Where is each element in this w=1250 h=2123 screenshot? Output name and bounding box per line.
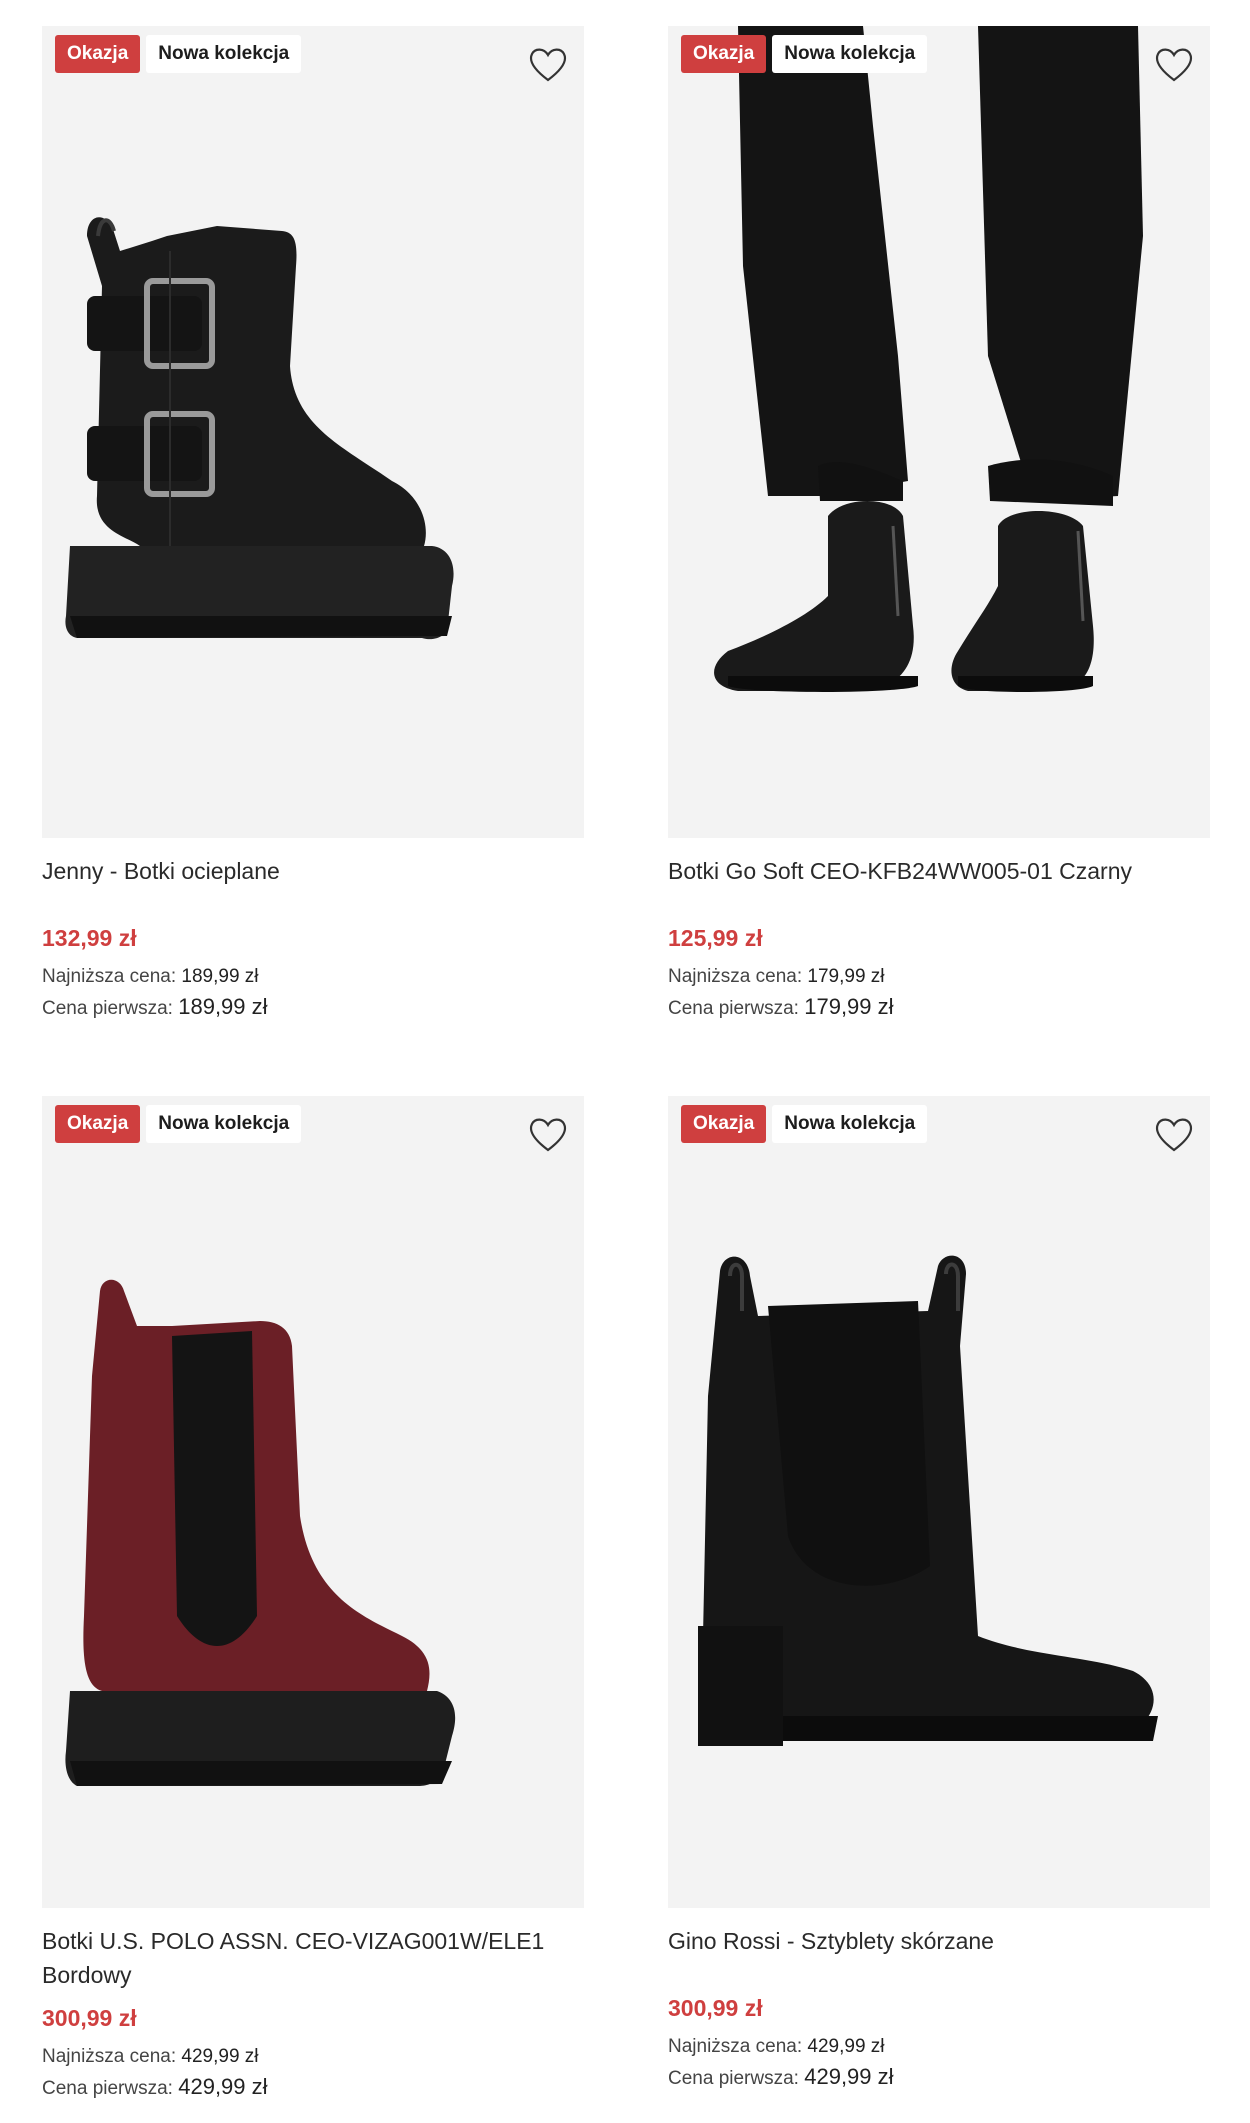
price-history: Najniższa cena: 429,99 zł Cena pierwsza:… xyxy=(42,2042,584,2104)
sale-badge: Okazja xyxy=(681,1105,767,1143)
new-collection-badge: Nowa kolekcja xyxy=(146,1105,302,1143)
price-history: Najniższa cena: 179,99 zł Cena pierwsza:… xyxy=(668,962,1210,1024)
lowest-price-row: Najniższa cena: 429,99 zł xyxy=(42,2042,584,2072)
sale-badge: Okazja xyxy=(681,35,767,73)
heart-icon[interactable] xyxy=(1152,44,1196,84)
product-card[interactable]: Okazja Nowa kolekcja Botki U.S. POLO ASS… xyxy=(42,1096,584,2116)
product-image xyxy=(65,217,454,640)
lowest-price-row: Najniższa cena: 179,99 zł xyxy=(668,962,1210,992)
product-price: 300,99 zł xyxy=(668,1995,763,2021)
lowest-price-label: Najniższa cena: xyxy=(668,2036,803,2057)
new-collection-badge: Nowa kolekcja xyxy=(772,35,928,73)
lowest-price-value: 429,99 zł xyxy=(807,2036,885,2057)
first-price-label: Cena pierwsza: xyxy=(668,2068,799,2089)
first-price-row: Cena pierwsza: 189,99 zł xyxy=(42,992,584,1024)
badge-row: Okazja Nowa kolekcja xyxy=(681,1105,928,1143)
product-price: 300,99 zł xyxy=(42,2005,137,2031)
heart-icon[interactable] xyxy=(526,44,570,84)
lowest-price-label: Najniższa cena: xyxy=(668,966,803,987)
sale-badge: Okazja xyxy=(55,35,141,73)
product-card[interactable]: Okazja Nowa kolekcja Gino Rossi - Sztybl… xyxy=(668,1096,1210,2116)
product-image xyxy=(698,1255,1158,1746)
product-name[interactable]: Botki Go Soft CEO-KFB24WW005-01 Czarny xyxy=(668,854,1208,912)
new-collection-badge: Nowa kolekcja xyxy=(146,35,302,73)
lowest-price-label: Najniższa cena: xyxy=(42,2046,177,2067)
price-history: Najniższa cena: 429,99 zł Cena pierwsza:… xyxy=(668,2032,1210,2094)
lowest-price-label: Najniższa cena: xyxy=(42,966,177,987)
product-card[interactable]: Okazja Nowa kolekcja xyxy=(668,26,1210,1046)
heart-icon[interactable] xyxy=(526,1114,570,1154)
lowest-price-value: 179,99 zł xyxy=(807,966,885,987)
product-info: Botki U.S. POLO ASSN. CEO-VIZAG001W/ELE1… xyxy=(42,1908,584,2104)
first-price-row: Cena pierwsza: 429,99 zł xyxy=(42,2072,584,2104)
product-info: Jenny - Botki ocieplane 132,99 zł Najniż… xyxy=(42,838,584,1024)
product-image xyxy=(65,1279,456,1786)
price-history: Najniższa cena: 189,99 zł Cena pierwsza:… xyxy=(42,962,584,1024)
first-price-label: Cena pierwsza: xyxy=(42,2078,173,2099)
first-price-row: Cena pierwsza: 179,99 zł xyxy=(668,992,1210,1024)
product-name[interactable]: Botki U.S. POLO ASSN. CEO-VIZAG001W/ELE1… xyxy=(42,1924,582,1992)
first-price-label: Cena pierwsza: xyxy=(42,998,173,1019)
new-collection-badge: Nowa kolekcja xyxy=(772,1105,928,1143)
badge-row: Okazja Nowa kolekcja xyxy=(681,35,928,73)
product-image-area[interactable]: Okazja Nowa kolekcja xyxy=(668,1096,1210,1908)
lowest-price-row: Najniższa cena: 189,99 zł xyxy=(42,962,584,992)
first-price-value: 429,99 zł xyxy=(804,2064,894,2089)
first-price-label: Cena pierwsza: xyxy=(668,998,799,1019)
product-info: Gino Rossi - Sztyblety skórzane 300,99 z… xyxy=(668,1908,1210,2094)
sale-badge: Okazja xyxy=(55,1105,141,1143)
product-grid: Okazja Nowa kolekcja Jenny - Botki ociep… xyxy=(42,26,1212,2116)
lowest-price-value: 189,99 zł xyxy=(181,966,259,987)
product-price: 132,99 zł xyxy=(42,925,137,951)
lowest-price-value: 429,99 zł xyxy=(181,2046,259,2067)
product-image-area[interactable]: Okazja Nowa kolekcja xyxy=(42,26,584,838)
product-image xyxy=(714,26,1143,692)
lowest-price-row: Najniższa cena: 429,99 zł xyxy=(668,2032,1210,2062)
product-image-area[interactable]: Okazja Nowa kolekcja xyxy=(42,1096,584,1908)
badge-row: Okazja Nowa kolekcja xyxy=(55,1105,302,1143)
badge-row: Okazja Nowa kolekcja xyxy=(55,35,302,73)
product-image-area[interactable]: Okazja Nowa kolekcja xyxy=(668,26,1210,838)
product-name[interactable]: Jenny - Botki ocieplane xyxy=(42,854,582,912)
product-info: Botki Go Soft CEO-KFB24WW005-01 Czarny 1… xyxy=(668,838,1210,1024)
product-card[interactable]: Okazja Nowa kolekcja xyxy=(42,26,584,1046)
heart-icon[interactable] xyxy=(1152,1114,1196,1154)
first-price-row: Cena pierwsza: 429,99 zł xyxy=(668,2062,1210,2094)
product-name[interactable]: Gino Rossi - Sztyblety skórzane xyxy=(668,1924,1208,1982)
first-price-value: 179,99 zł xyxy=(804,994,894,1019)
first-price-value: 429,99 zł xyxy=(178,2074,268,2099)
first-price-value: 189,99 zł xyxy=(178,994,268,1019)
product-price: 125,99 zł xyxy=(668,925,763,951)
